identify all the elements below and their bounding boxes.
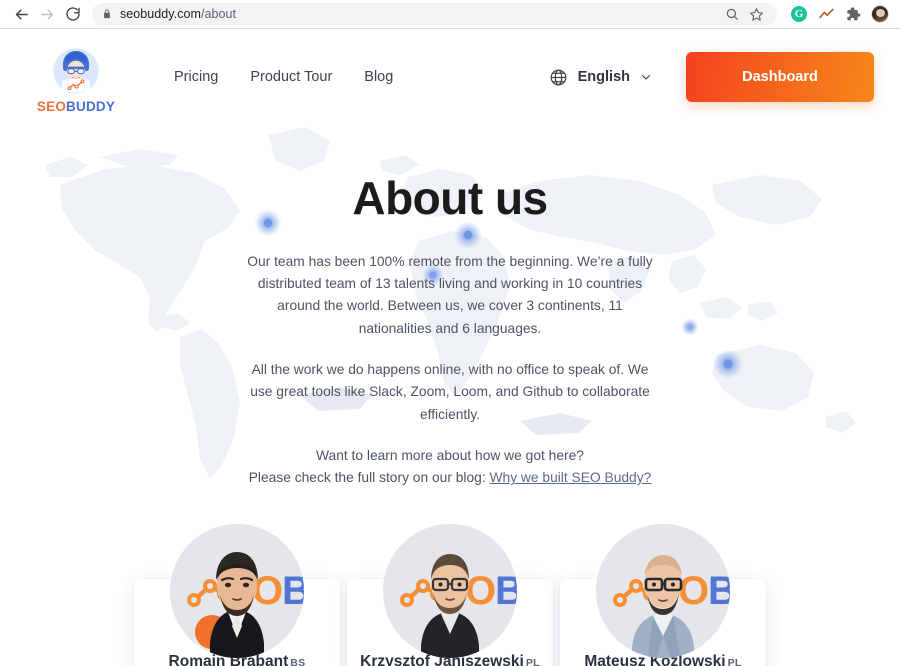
forward-arrow-icon[interactable] [34, 1, 60, 27]
svg-text:O: O [678, 569, 709, 613]
reload-icon[interactable] [60, 1, 86, 27]
hero-paragraph-2: All the work we do happens online, with … [250, 361, 650, 422]
avatar-romain-brabant[interactable]: O B [170, 523, 304, 658]
language-label: English [577, 69, 630, 85]
team-section: Romain BrabantBS FOUNDER & CEO Krzysztof… [0, 523, 900, 666]
puzzle-piece-icon[interactable] [841, 2, 865, 26]
hero-paragraph-3: Want to learn more about how we got here… [245, 445, 655, 490]
grammarly-extension-icon[interactable]: G [787, 2, 811, 26]
profile-avatar[interactable] [868, 2, 892, 26]
nav-link-pricing[interactable]: Pricing [174, 69, 218, 85]
avatar-mateusz-kozlowski[interactable]: O B [596, 523, 730, 658]
page-title: About us [352, 172, 548, 224]
lock-icon [102, 8, 112, 20]
avatar-photo: O B [383, 523, 517, 658]
site-header: SEOBUDDY Pricing Product Tour Blog Engli [0, 29, 900, 125]
logo-mark-icon [53, 48, 99, 94]
page-content: SEOBUDDY Pricing Product Tour Blog Engli [0, 29, 900, 666]
url-text: seobuddy.com/about [120, 7, 236, 21]
chevron-down-icon [640, 71, 652, 83]
url-domain: seobuddy.com [120, 7, 201, 21]
hero-paragraph-1: Our team has been 100% remote from the b… [247, 253, 653, 336]
search-icon[interactable] [721, 3, 743, 25]
chevron-extension-icon[interactable] [814, 2, 838, 26]
star-icon[interactable] [745, 3, 767, 25]
seobuddy-logo[interactable]: SEOBUDDY [36, 44, 116, 114]
member-country-code: PL [727, 656, 742, 666]
language-selector[interactable]: English [549, 68, 652, 87]
header-right-group: English Dashboard [549, 52, 874, 102]
member-country-code: BS [290, 656, 306, 666]
svg-text:B: B [282, 569, 304, 613]
avatar-photo: O B [596, 523, 730, 658]
url-path: /about [200, 7, 237, 21]
hero-section: About us Our team has been 100% remote f… [0, 125, 900, 490]
blog-link[interactable]: Why we built SEO Buddy? [490, 470, 652, 485]
address-bar[interactable]: seobuddy.com/about [92, 3, 777, 25]
logo-wordmark: SEOBUDDY [37, 99, 115, 114]
logo-word-buddy: BUDDY [66, 99, 116, 114]
svg-text:B: B [708, 569, 730, 613]
grammarly-letter: G [791, 6, 807, 22]
dashboard-button[interactable]: Dashboard [686, 52, 874, 102]
hero-blog-prefix: Please check the full story on our blog: [248, 470, 490, 486]
back-arrow-icon[interactable] [8, 1, 34, 27]
logo-word-seo: SEO [36, 99, 67, 114]
svg-text:O: O [465, 569, 496, 613]
nav-link-blog[interactable]: Blog [364, 69, 393, 85]
avatar-krzysztof-janiszewski[interactable]: O B [383, 523, 517, 658]
globe-icon [549, 68, 568, 87]
main-navigation: Pricing Product Tour Blog [174, 69, 393, 85]
nav-link-product-tour[interactable]: Product Tour [250, 69, 332, 85]
team-avatars-row: O B O B O B [134, 523, 766, 658]
browser-toolbar: seobuddy.com/about G [0, 0, 900, 28]
member-country-code: PL [525, 656, 540, 666]
avatar-photo: O B [170, 523, 304, 658]
hero-question-line: Want to learn more about how we got here… [316, 448, 584, 463]
svg-text:B: B [495, 569, 517, 613]
